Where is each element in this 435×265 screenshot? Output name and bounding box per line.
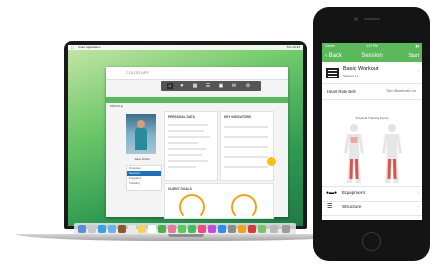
indicator-row	[224, 136, 268, 138]
key-indicators-card: KEY INDICATORS	[220, 111, 274, 181]
indicator-row	[224, 146, 268, 148]
finder-icon[interactable]	[78, 225, 86, 233]
safari-icon[interactable]	[98, 225, 106, 233]
ibooks-author-icon[interactable]	[238, 225, 246, 233]
ibooks-icon[interactable]	[208, 225, 216, 233]
appstore-icon[interactable]	[218, 225, 226, 233]
structure-row[interactable]: ☰ Structure ›	[322, 201, 422, 216]
chevron-right-icon: ›	[417, 190, 419, 196]
heart-rate-row[interactable]: Heart Rate Belt Turn Bluetooth on	[322, 85, 422, 100]
chevron-right-icon: ›	[417, 69, 419, 75]
form-field[interactable]	[168, 130, 204, 132]
side-item[interactable]: Tracking	[127, 181, 161, 186]
grid-icon[interactable]: ▦	[192, 83, 198, 89]
body-front-figure	[344, 124, 364, 183]
profile-name: Jane Smith	[134, 157, 150, 161]
phone-screen: Carrier 4:47 PM ▮▮ Session ‹ Back Start …	[322, 43, 422, 220]
structure-label: Structure	[342, 205, 362, 210]
card-title: KEY INDICATORS	[224, 115, 251, 119]
launchpad-icon[interactable]	[88, 225, 96, 233]
trash-icon[interactable]	[282, 225, 290, 233]
laptop-screen:  Color Application Thu 10:24 COLOR APP …	[68, 45, 303, 226]
mac-menubar:  Color Application Thu 10:24	[68, 45, 303, 50]
calendar-icon[interactable]: ▣	[218, 83, 224, 89]
chat-icon[interactable]: ✉	[231, 83, 237, 89]
list-icon[interactable]: ☰	[205, 83, 211, 89]
itunes-icon[interactable]	[198, 225, 206, 233]
phone-speaker	[364, 18, 380, 20]
app-icon[interactable]	[248, 225, 256, 233]
facetime-icon[interactable]	[188, 225, 196, 233]
person-head	[137, 120, 145, 128]
form-field[interactable]	[168, 142, 198, 144]
laptop-notch	[168, 234, 204, 237]
maps-icon[interactable]	[158, 225, 166, 233]
form-field[interactable]	[168, 154, 202, 156]
apple-icon[interactable]: 	[71, 45, 74, 50]
back-button[interactable]: ‹ Back	[325, 52, 342, 60]
heart-icon[interactable]: ♥	[179, 83, 185, 89]
app-icon[interactable]	[258, 225, 266, 233]
menubar-app-name[interactable]: Color Application	[78, 45, 101, 49]
body-back-figure	[382, 124, 402, 183]
workout-title: Basic Workout	[343, 66, 379, 72]
back-label: Back	[328, 53, 343, 59]
reminders-icon[interactable]	[148, 225, 156, 233]
card-title: PERSONAL DATA	[168, 115, 195, 119]
nav-bar: Session ‹ Back Start	[322, 50, 422, 62]
form-field[interactable]	[168, 136, 210, 138]
phone-camera	[354, 17, 358, 21]
menu-icon: ☰	[327, 204, 333, 210]
indicator-row	[224, 156, 268, 158]
indicator-row	[224, 126, 268, 128]
chevron-right-icon: ›	[417, 204, 419, 210]
mail-icon[interactable]	[108, 225, 116, 233]
section-bar	[106, 97, 288, 103]
contacts-icon[interactable]	[118, 225, 126, 233]
home-icon[interactable]: ⌂	[167, 83, 173, 89]
form-field[interactable]	[168, 166, 196, 168]
profile-tab[interactable]: PROFILE	[110, 104, 144, 110]
indicator-row	[224, 166, 268, 168]
downloads-icon[interactable]	[270, 225, 278, 233]
form-field[interactable]	[168, 148, 206, 150]
barcode-icon	[326, 68, 339, 78]
photos-icon[interactable]	[168, 225, 176, 233]
app-logo: COLOR APP	[126, 70, 150, 75]
app-window: COLOR APP ⌂ ♥ ▦ ☰ ▣ ✉ ⚙ PROFILE Jane Smi…	[106, 67, 288, 220]
profile-side-list: Overview Sessions Programs Tracking	[126, 165, 162, 191]
app-navbar: ⌂ ♥ ▦ ☰ ▣ ✉ ⚙	[161, 81, 261, 91]
hr-label: Heart Rate Belt	[327, 89, 356, 94]
battery-icon: ▮▮	[415, 44, 419, 48]
gauge-chart	[179, 194, 205, 220]
form-field[interactable]	[168, 124, 208, 126]
focus-label: Physical Training Focus	[355, 116, 389, 120]
dumbbell-icon: ●▬●	[326, 190, 338, 196]
person-body	[135, 128, 147, 150]
notes-icon[interactable]	[138, 225, 146, 233]
equipment-row[interactable]: ●▬● Equipment ›	[322, 186, 422, 202]
settings-icon[interactable]: ⚙	[245, 83, 251, 89]
chevron-left-icon: ‹	[325, 53, 327, 59]
gauge-chart	[231, 194, 257, 220]
equipment-label: Equipment	[342, 191, 365, 196]
calendar-app-icon[interactable]	[128, 225, 136, 233]
workout-subtitle: Session 1.1	[343, 74, 359, 78]
start-button[interactable]: Start	[408, 52, 419, 60]
help-bubble-icon[interactable]	[267, 157, 276, 166]
status-time: 4:47 PM	[366, 44, 378, 48]
app-header: COLOR APP	[106, 67, 288, 80]
card-title: CLIENT GOALS	[168, 187, 192, 191]
workout-row[interactable]: Basic Workout Session 1.1 ›	[322, 63, 422, 84]
profile-photo	[126, 114, 156, 154]
menubar-clock: Thu 10:24	[286, 45, 300, 49]
form-field[interactable]	[168, 160, 208, 162]
client-goals-card: CLIENT GOALS	[164, 183, 274, 220]
preferences-icon[interactable]	[228, 225, 236, 233]
personal-data-card: PERSONAL DATA	[164, 111, 218, 181]
home-button[interactable]	[362, 232, 381, 251]
status-bar: Carrier 4:47 PM ▮▮	[322, 43, 422, 50]
bluetooth-status: Turn Bluetooth on	[385, 89, 416, 93]
messages-icon[interactable]	[178, 225, 186, 233]
